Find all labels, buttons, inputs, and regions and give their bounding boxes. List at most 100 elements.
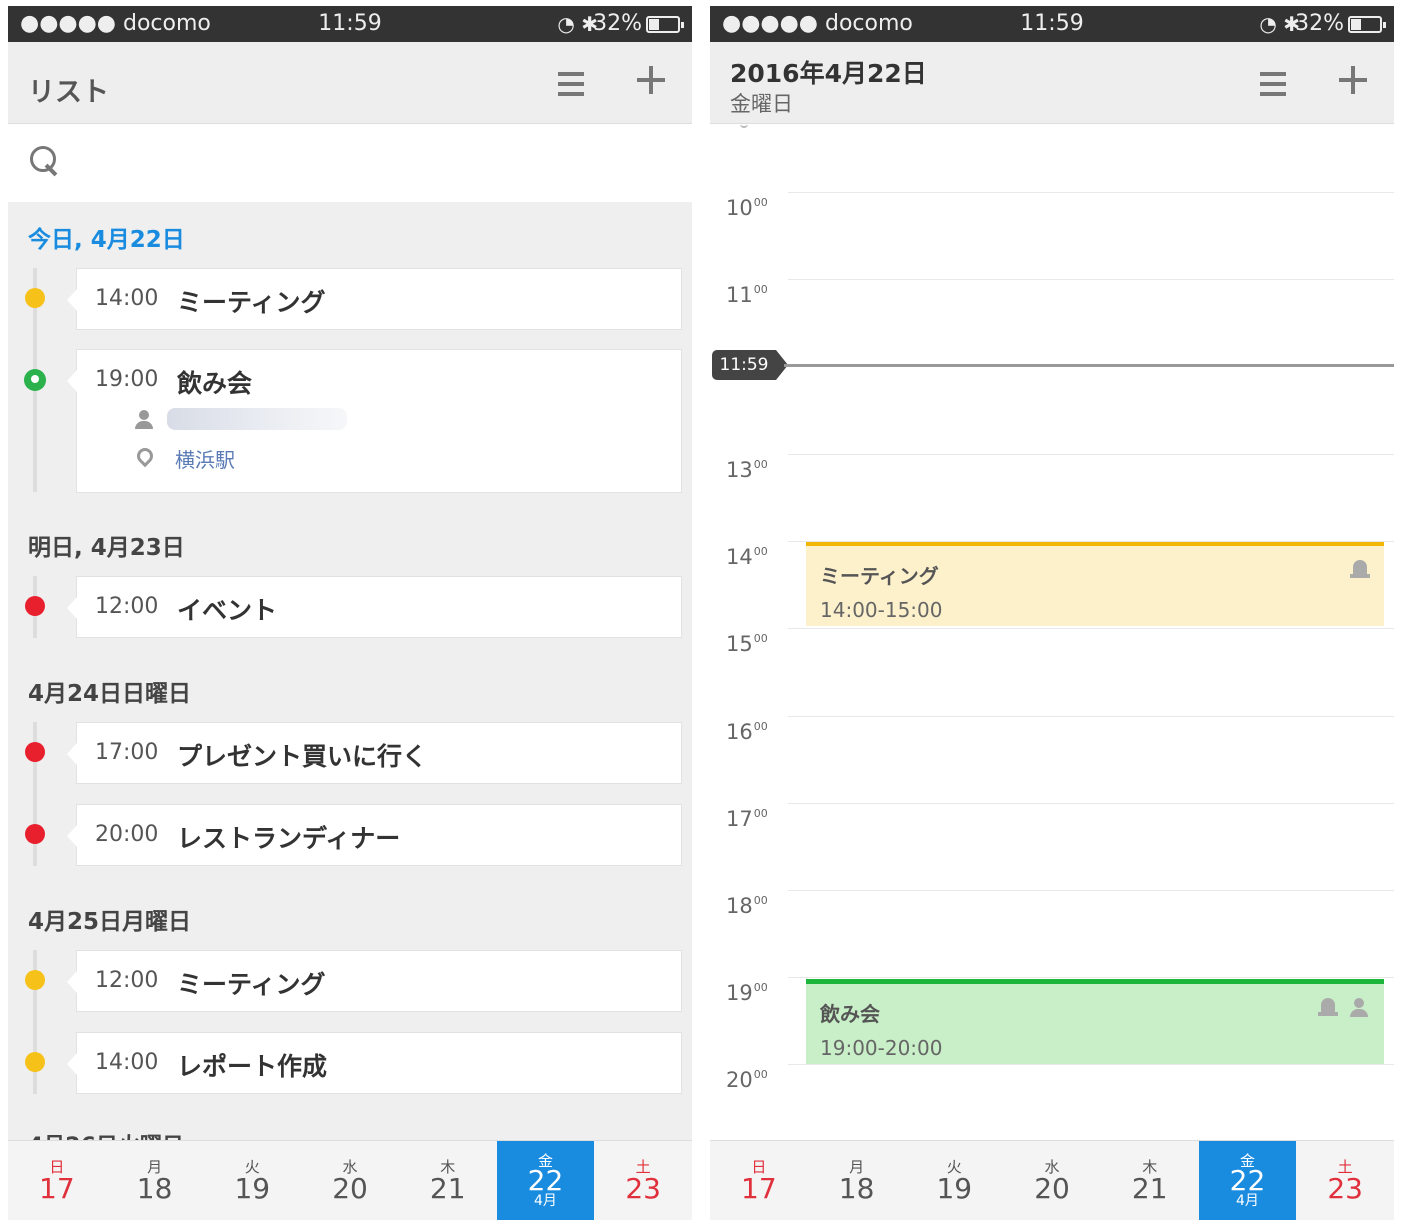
page-title: リスト xyxy=(28,77,109,108)
event-card[interactable]: 12:00 イベント xyxy=(67,576,682,638)
person-icon xyxy=(1350,998,1368,1018)
add-event-button[interactable] xyxy=(637,66,665,94)
event-time: 17:00 xyxy=(95,740,159,765)
current-time-indicator: 11:59 xyxy=(710,350,1394,380)
day-cell-selected[interactable]: 金 22 4月 xyxy=(496,1141,595,1220)
status-bar: ●●●●● docomo 11:59 ◔ ✱ 32% xyxy=(8,6,692,42)
add-event-button[interactable] xyxy=(1339,66,1367,94)
day-cell[interactable]: 日 17 xyxy=(8,1141,106,1220)
event-card[interactable]: 12:00 ミーティング xyxy=(67,950,682,1012)
blurred-attendee xyxy=(167,408,347,430)
person-icon xyxy=(135,410,153,430)
event-range: 19:00-20:00 xyxy=(820,1036,943,1060)
event-dot xyxy=(25,1052,45,1072)
event-time: 14:00 xyxy=(95,286,159,311)
event-dot xyxy=(25,970,45,990)
section-header: 4月25日月曜日 xyxy=(28,909,192,935)
day-cell[interactable]: 水 20 xyxy=(1003,1141,1101,1220)
status-icons: ◔ ✱ xyxy=(1259,12,1300,36)
menu-icon[interactable] xyxy=(1260,72,1286,96)
hour-label: 1700 xyxy=(726,807,768,831)
bell-icon xyxy=(1318,998,1338,1020)
day-cell-selected[interactable]: 金 22 4月 xyxy=(1198,1141,1297,1220)
event-card[interactable]: 19:00 飲み会 横浜駅 xyxy=(67,349,682,493)
event-dot xyxy=(25,288,45,308)
event-name: 飲み会 xyxy=(177,369,253,398)
event-dot xyxy=(25,596,45,616)
bell-icon xyxy=(1350,560,1370,582)
event-time: 19:00 xyxy=(95,367,159,392)
hour-line xyxy=(788,1064,1394,1065)
event-dot xyxy=(25,824,45,844)
day-cell[interactable]: 火 19 xyxy=(905,1141,1003,1220)
event-time: 12:00 xyxy=(95,594,159,619)
event-name: プレゼント買いに行く xyxy=(177,742,428,771)
day-grid[interactable]: 1000 1100 11:59 1300 1400 ミーティング 14:00-1… xyxy=(710,124,1394,1140)
event-time: 20:00 xyxy=(95,822,159,847)
week-strip: 日 17 月 18 火 19 水 20 木 21 金 22 4月 土 23 xyxy=(710,1140,1394,1220)
day-cell[interactable]: 月 18 xyxy=(106,1141,204,1220)
hour-label: 1000 xyxy=(726,196,768,220)
calendar-event[interactable]: ミーティング 14:00-15:00 xyxy=(806,542,1384,626)
hour-label: 1900 xyxy=(726,981,768,1005)
day-cell[interactable]: 土 23 xyxy=(594,1141,692,1220)
event-card[interactable]: 14:00 レポート作成 xyxy=(67,1032,682,1094)
event-name: ミーティング xyxy=(820,564,939,588)
battery-percent: 32% xyxy=(1295,11,1344,36)
day-cell[interactable]: 火 19 xyxy=(203,1141,301,1220)
day-cell[interactable]: 月 18 xyxy=(808,1141,906,1220)
hour-line xyxy=(788,890,1394,891)
hour-line xyxy=(788,454,1394,455)
event-name: 飲み会 xyxy=(820,1002,880,1026)
hour-label: 1400 xyxy=(726,545,768,569)
section-header: 4月24日日曜日 xyxy=(28,681,192,707)
event-card[interactable]: 17:00 プレゼント買いに行く xyxy=(67,722,682,784)
event-location[interactable]: 横浜駅 xyxy=(175,444,235,473)
section-header-partial: 4月26日火曜日 xyxy=(28,1130,328,1140)
search-icon xyxy=(30,146,60,178)
hour-line xyxy=(788,716,1394,717)
section-header: 明日, 4月23日 xyxy=(28,535,185,561)
hour-line xyxy=(788,803,1394,804)
page-title: 2016年4月22日 xyxy=(730,59,927,88)
event-name: ミーティング xyxy=(177,970,326,999)
hour-label: 1300 xyxy=(726,458,768,482)
search-bar[interactable] xyxy=(8,124,692,202)
day-cell[interactable]: 木 21 xyxy=(399,1141,497,1220)
menu-icon[interactable] xyxy=(558,72,584,96)
day-cell[interactable]: 木 21 xyxy=(1101,1141,1199,1220)
hour-line xyxy=(788,279,1394,280)
status-bar: ●●●●● docomo 11:59 ◔ ✱ 32% xyxy=(710,6,1394,42)
nav-bar: 2016年4月22日 金曜日 xyxy=(710,42,1394,124)
section-header-today: 今日, 4月22日 xyxy=(28,227,185,253)
day-cell[interactable]: 日 17 xyxy=(710,1141,808,1220)
status-icons: ◔ ✱ xyxy=(557,12,598,36)
list-view: ●●●●● docomo 11:59 ◔ ✱ 32% リスト 今日, 4月22日… xyxy=(8,6,692,1220)
event-card[interactable]: 20:00 レストランディナー xyxy=(67,804,682,866)
event-range: 14:00-15:00 xyxy=(820,598,943,622)
event-time: 14:00 xyxy=(95,1050,159,1075)
week-strip: 日 17 月 18 火 19 水 20 木 21 金 22 4月 土 23 xyxy=(8,1140,692,1220)
hour-label: 1800 xyxy=(726,894,768,918)
hour-line xyxy=(788,628,1394,629)
hour-label: 2000 xyxy=(726,1068,768,1092)
event-name: イベント xyxy=(177,596,278,625)
calendar-event[interactable]: 飲み会 19:00-20:00 xyxy=(806,979,1384,1065)
battery-percent: 32% xyxy=(593,11,642,36)
scroll-indicator xyxy=(740,124,748,128)
nav-bar: リスト xyxy=(8,42,692,124)
hour-label: 1500 xyxy=(726,632,768,656)
map-pin-icon xyxy=(133,444,157,468)
day-cell[interactable]: 土 23 xyxy=(1296,1141,1394,1220)
event-name: レストランディナー xyxy=(177,824,401,853)
current-time-label: 11:59 xyxy=(712,350,776,380)
hour-label: 1600 xyxy=(726,720,768,744)
event-dot xyxy=(25,742,45,762)
event-time: 12:00 xyxy=(95,968,159,993)
battery-icon xyxy=(1348,16,1386,33)
battery-icon xyxy=(646,16,684,33)
day-cell[interactable]: 水 20 xyxy=(301,1141,399,1220)
event-name: レポート作成 xyxy=(177,1052,328,1081)
hour-label: 1100 xyxy=(726,283,768,307)
event-card[interactable]: 14:00 ミーティング xyxy=(67,268,682,330)
